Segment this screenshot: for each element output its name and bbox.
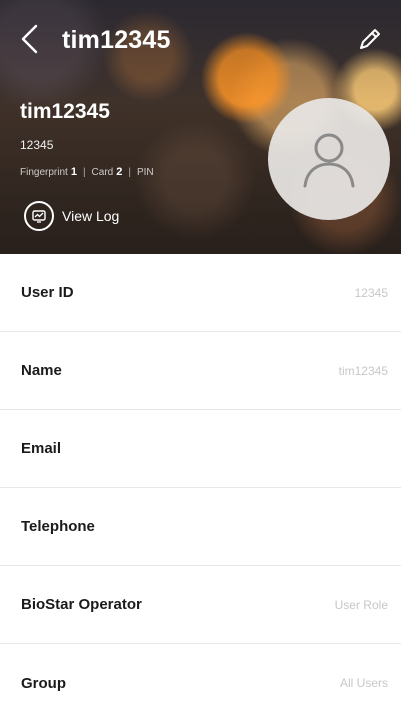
- field-label: Email: [21, 440, 62, 457]
- user-id-subtitle: 12345: [20, 138, 54, 152]
- fingerprint-count: 1: [70, 166, 77, 178]
- field-row-email[interactable]: Email: [0, 410, 401, 488]
- edit-button[interactable]: [355, 24, 385, 54]
- field-value: 12345: [354, 285, 388, 300]
- separator: |: [128, 167, 131, 178]
- fingerprint-label: Fingerprint: [20, 167, 68, 178]
- field-row-biostar-operator[interactable]: BioStar Operator User Role: [0, 566, 401, 644]
- pin-label: PIN: [136, 167, 154, 178]
- separator: |: [82, 167, 86, 178]
- field-value: tim12345: [338, 363, 388, 378]
- field-row-telephone[interactable]: Telephone: [0, 488, 401, 566]
- card-count: 2: [116, 166, 123, 178]
- user-name: tim12345: [20, 100, 110, 123]
- pencil-icon: [360, 29, 380, 49]
- back-button[interactable]: [18, 22, 42, 56]
- user-placeholder-icon: [303, 133, 355, 188]
- field-label: BioStar Operator: [21, 596, 142, 613]
- chevron-left-icon: [21, 24, 38, 54]
- field-row-user-id[interactable]: User ID 12345: [0, 254, 401, 332]
- avatar[interactable]: [268, 98, 390, 220]
- card-label: Card: [91, 167, 114, 178]
- view-log-button[interactable]: View Log: [24, 199, 119, 233]
- page-title: tim12345: [62, 26, 171, 54]
- field-label: Telephone: [21, 518, 95, 535]
- field-value: All Users: [339, 676, 388, 690]
- field-label: Name: [21, 362, 62, 379]
- user-detail-list: User ID 12345 Name tim12345 Email Teleph…: [0, 254, 401, 722]
- field-row-name[interactable]: Name tim12345: [0, 332, 401, 410]
- credentials-summary: Fingerprint 1 | Card 2 | PIN: [20, 166, 154, 178]
- field-value: User Role: [334, 597, 388, 612]
- field-row-group[interactable]: Group All Users: [0, 644, 401, 722]
- view-log-label: View Log: [62, 208, 120, 224]
- field-label: User ID: [21, 284, 74, 301]
- field-label: Group: [21, 674, 66, 692]
- profile-header: tim12345 tim12345 12345 Fingerprint 1 | Car…: [0, 0, 401, 254]
- log-icon: [24, 201, 54, 231]
